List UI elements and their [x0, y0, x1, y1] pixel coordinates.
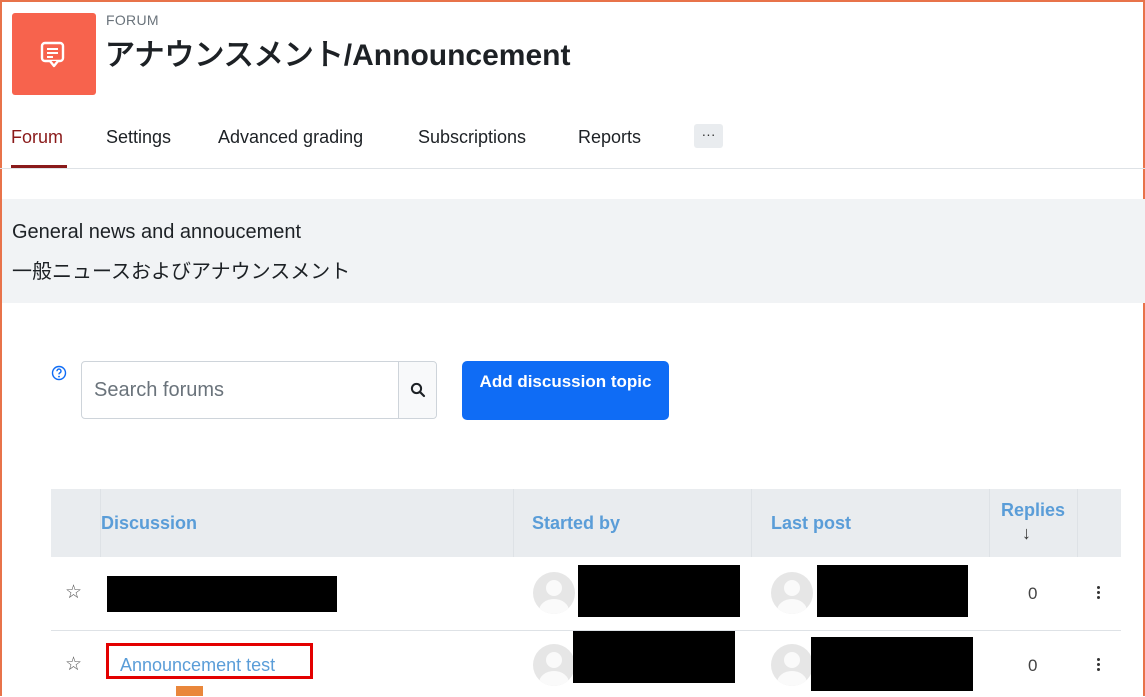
redacted-author — [573, 631, 735, 683]
star-icon[interactable]: ☆ — [65, 653, 82, 676]
table-row: ☆ 0 — [51, 558, 1121, 631]
forum-intro: General news and annoucement 一般ニュースおよびアナ… — [2, 199, 1145, 303]
redacted-author — [578, 565, 740, 617]
kebab-menu-icon[interactable] — [1097, 586, 1101, 601]
intro-text-japanese: 一般ニュースおよびアナウンスメント — [12, 261, 351, 283]
page-title: アナウンスメント/Announcement — [105, 39, 571, 72]
column-divider — [989, 489, 990, 557]
column-divider — [1077, 489, 1078, 557]
header-last-post[interactable]: Last post — [771, 513, 851, 534]
intro-text-english: General news and annoucement — [12, 221, 302, 243]
replies-count: 0 — [1028, 656, 1038, 675]
active-tab-indicator — [11, 165, 67, 168]
tab-forum[interactable]: Forum — [11, 127, 63, 148]
header-replies[interactable]: Replies — [1001, 500, 1065, 521]
redacted-discussion-title — [107, 576, 337, 612]
forum-icon — [12, 13, 96, 95]
search-input[interactable] — [82, 362, 398, 418]
header-started-by[interactable]: Started by — [532, 513, 620, 534]
secondary-navigation: Forum Settings Advanced grading Subscrip… — [0, 118, 1145, 169]
redacted-last-post — [811, 637, 973, 691]
add-discussion-topic-button[interactable]: Add discussion topic — [462, 361, 669, 420]
more-tabs-button[interactable]: ··· — [694, 124, 723, 148]
highlight-box — [106, 643, 313, 679]
tab-reports[interactable]: Reports — [578, 127, 641, 148]
orange-marker — [176, 686, 203, 696]
sort-arrow-down-icon: ↓ — [1022, 523, 1031, 543]
avatar — [771, 644, 813, 686]
avatar — [533, 572, 575, 614]
question-circle-icon[interactable] — [51, 365, 67, 386]
search-form — [81, 361, 437, 419]
kebab-menu-icon[interactable] — [1097, 658, 1101, 673]
star-icon[interactable]: ☆ — [65, 581, 82, 604]
header-discussion[interactable]: Discussion — [101, 513, 197, 534]
avatar — [533, 644, 575, 686]
tab-settings[interactable]: Settings — [106, 127, 171, 148]
column-divider — [513, 489, 514, 557]
tab-subscriptions[interactable]: Subscriptions — [418, 127, 526, 148]
tab-advanced-grading[interactable]: Advanced grading — [218, 127, 363, 148]
redacted-last-post — [817, 565, 968, 617]
search-button[interactable] — [398, 362, 436, 418]
column-divider — [751, 489, 752, 557]
page-pretitle: FORUM — [106, 12, 159, 28]
avatar — [771, 572, 813, 614]
discussion-table-header: Discussion Started by Last post Replies … — [51, 489, 1121, 557]
replies-count: 0 — [1028, 584, 1038, 603]
